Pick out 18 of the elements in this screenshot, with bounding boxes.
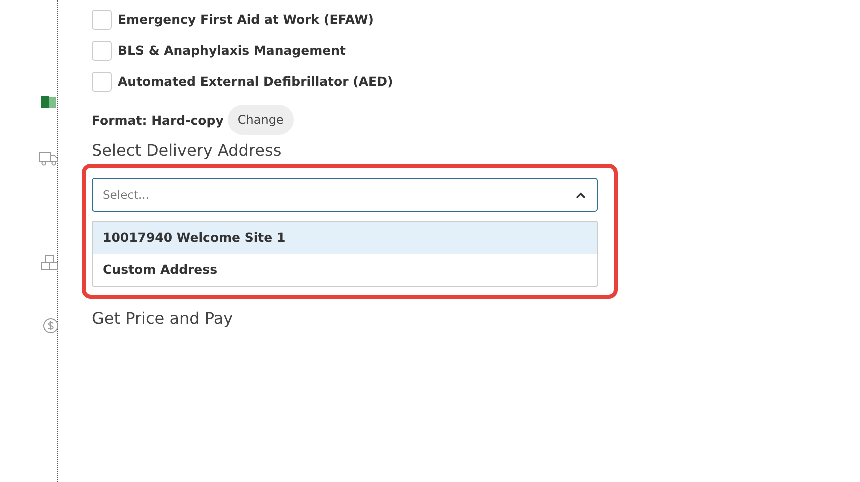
book-icon [41,96,57,108]
checkbox[interactable] [92,72,112,92]
checkbox-label: Emergency First Aid at Work (EFAW) [118,12,374,27]
dropdown-option[interactable]: 10017940 Welcome Site 1 [93,222,597,254]
format-label: Format: Hard-copy [92,112,224,128]
boxes-icon [41,255,59,271]
section-heading: Get Price and Pay [92,309,234,328]
checkbox[interactable] [92,40,112,60]
truck-icon [39,152,59,166]
section-heading: Select Delivery Address [92,141,283,160]
checkbox[interactable] [92,10,112,30]
dropdown-option[interactable]: Custom Address [93,254,597,286]
address-select[interactable]: Select... [92,178,598,212]
chevron-up-icon [576,192,586,199]
change-button[interactable]: Change [228,105,294,135]
checkbox-label: BLS & Anaphylaxis Management [118,43,346,58]
checkbox-label: Automated External Defibrillator (AED) [118,74,394,89]
dollar-coin-icon [43,318,59,334]
